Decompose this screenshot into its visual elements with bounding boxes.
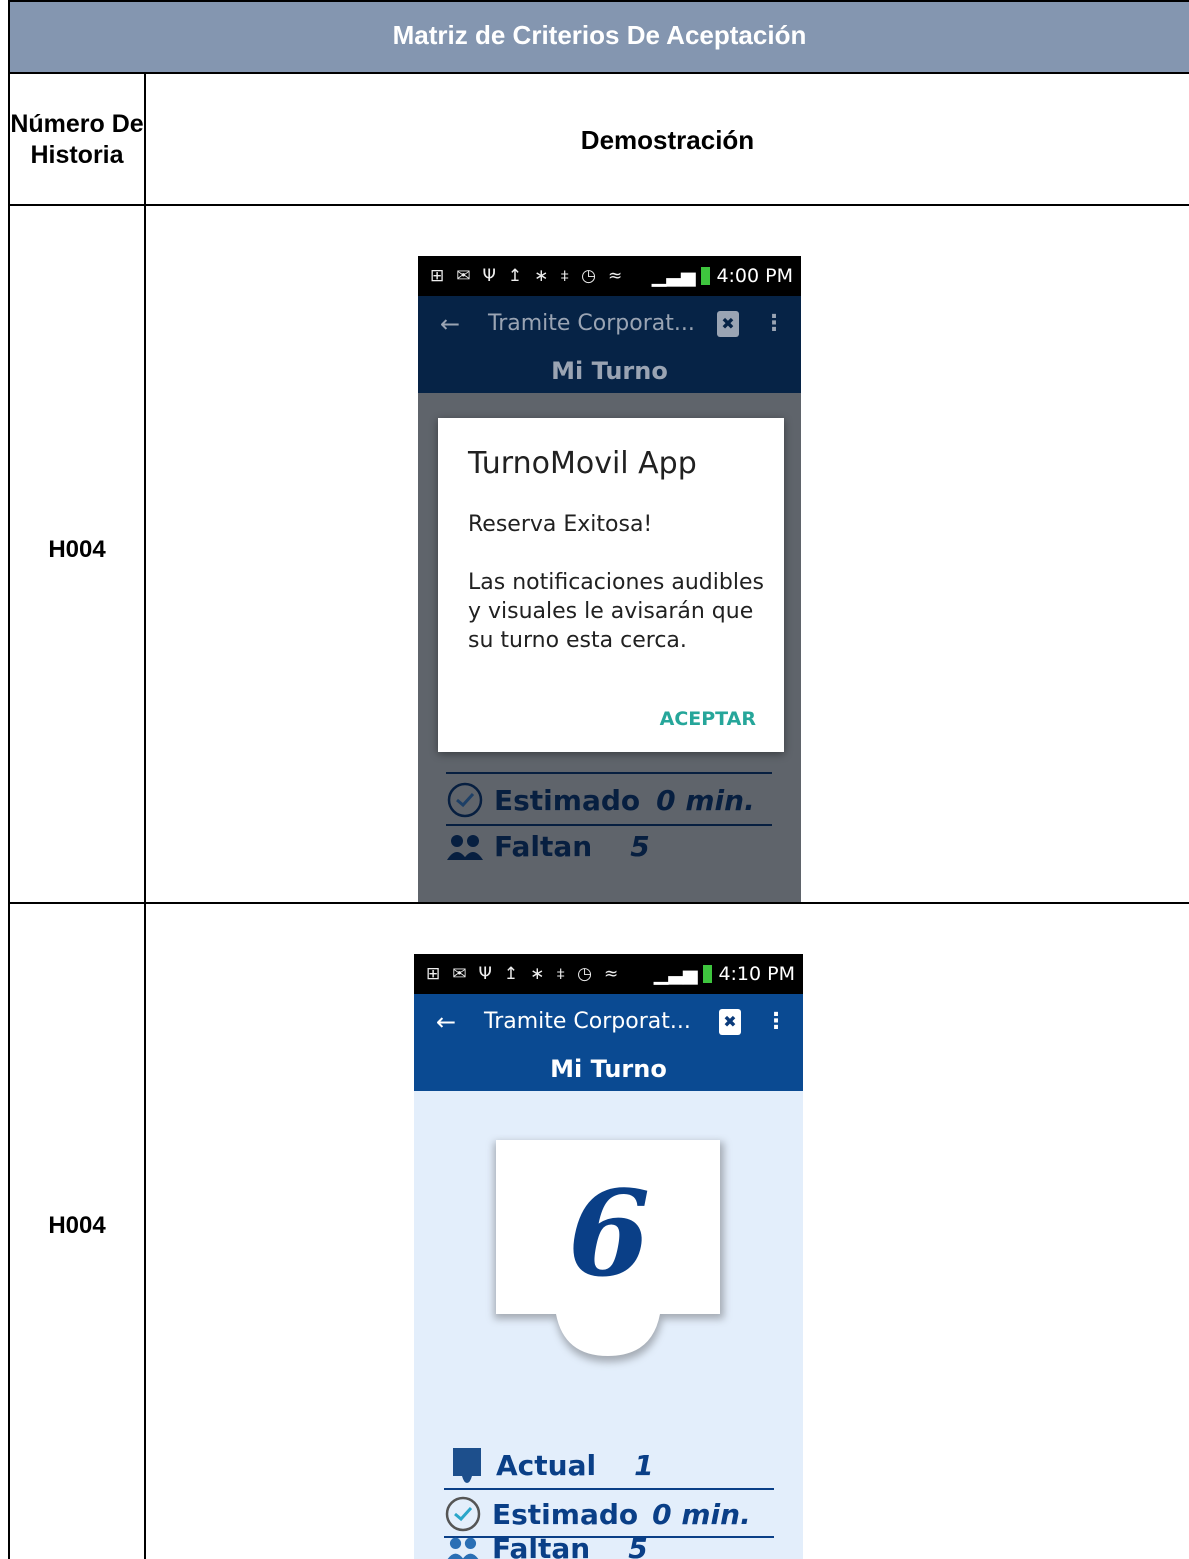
alarm-icon: ◷ <box>577 964 593 984</box>
grid-left-border <box>8 0 10 1559</box>
status-bar: ⊞ ✉ Ψ ↥ ∗ ⧧ ◷ ≈ ▁▃▅ 4:10 PM <box>414 954 803 994</box>
grid-column-divider <box>144 74 146 1559</box>
stat-label: Estimado <box>492 1497 639 1531</box>
screen-subtitle: Mi Turno <box>414 1049 803 1091</box>
stat-divider <box>444 1488 774 1490</box>
screenshot-my-turn: ⊞ ✉ Ψ ↥ ∗ ⧧ ◷ ≈ ▁▃▅ 4:10 PM ← Tramite Co… <box>414 954 803 1559</box>
mail-icon: ✉ <box>452 964 467 984</box>
notification-add-icon: ⊞ <box>426 964 441 984</box>
mute-icon: ⧧ <box>560 266 570 286</box>
wifi-icon: ≈ <box>608 266 623 286</box>
status-bar: ⊞ ✉ Ψ ↥ ∗ ⧧ ◷ ≈ ▁▃▅ 4:00 PM <box>418 256 801 296</box>
screenshot-dialog: ⊞ ✉ Ψ ↥ ∗ ⧧ ◷ ≈ ▁▃▅ 4:00 PM ← Tramite Co… <box>418 256 801 902</box>
turn-ticket-card: 6 <box>484 1134 734 1374</box>
accept-button[interactable]: ACEPTAR <box>660 708 756 730</box>
app-bar: ← Tramite Corporat... ✖ ⋮ <box>418 296 801 351</box>
cancel-ticket-icon[interactable]: ✖ <box>717 310 739 337</box>
ticket-number: 6 <box>567 1164 651 1303</box>
dialog-message: Reserva Exitosa! Las notificaciones audi… <box>468 512 764 653</box>
story-number-row-1: H004 <box>48 536 106 563</box>
story-number-row-2: H004 <box>48 1212 106 1239</box>
stat-value: 5 <box>628 1532 648 1559</box>
stat-value: 0 min. <box>652 1497 751 1531</box>
stat-row-estimado: Estimado 0 min. <box>444 780 755 820</box>
header-story-number-label: Número De Historia <box>10 110 144 169</box>
grid-row-divider-header <box>8 204 1189 206</box>
clock-24-icon <box>444 780 486 820</box>
status-icons: ⊞ ✉ Ψ ↥ ∗ ⧧ ◷ ≈ <box>430 256 622 296</box>
people-icon <box>444 832 486 862</box>
status-time: 4:10 PM <box>718 963 795 985</box>
success-dialog: TurnoMovil App Reserva Exitosa! Las noti… <box>438 418 784 752</box>
app-bar-title: Tramite Corporat... <box>484 1009 691 1034</box>
header-demonstration-label: Demostración <box>580 124 755 155</box>
acceptance-criteria-table: Matriz de Criterios De Aceptación Número… <box>0 0 1189 1559</box>
alarm-icon: ◷ <box>581 266 597 286</box>
back-arrow-icon[interactable]: ← <box>426 1008 466 1036</box>
app-bar: ← Tramite Corporat... ✖ ⋮ <box>414 994 803 1049</box>
bluetooth-icon: ∗ <box>534 266 549 286</box>
usb-icon: Ψ <box>478 964 492 984</box>
stat-divider <box>446 824 772 826</box>
wifi-icon: ≈ <box>604 964 619 984</box>
status-icons: ⊞ ✉ Ψ ↥ ∗ ⧧ ◷ ≈ <box>426 954 618 994</box>
stat-row-estimado: Estimado 0 min. <box>442 1494 751 1534</box>
stat-row-actual: Actual 1 <box>446 1446 654 1484</box>
grid-row-divider-1 <box>8 902 1189 904</box>
stat-row-faltan: Faltan 5 <box>442 1532 648 1559</box>
upload-icon: ↥ <box>503 964 519 984</box>
stat-value: 0 min. <box>656 783 755 817</box>
notification-add-icon: ⊞ <box>430 266 445 286</box>
app-bar-title: Tramite Corporat... <box>488 311 695 336</box>
battery-icon <box>703 965 713 983</box>
stat-value: 5 <box>630 830 650 863</box>
stat-value: 1 <box>634 1448 654 1482</box>
stat-label: Faltan <box>492 1532 591 1559</box>
stat-label: Estimado <box>494 783 641 817</box>
stat-label: Actual <box>496 1448 597 1482</box>
stat-row-faltan: Faltan 5 <box>444 830 650 863</box>
people-icon <box>442 1535 484 1559</box>
stat-label: Faltan <box>494 830 593 863</box>
status-time: 4:00 PM <box>716 265 793 287</box>
dialog-title: TurnoMovil App <box>468 446 697 481</box>
mail-icon: ✉ <box>456 266 471 286</box>
signal-icon: ▁▃▅ <box>653 963 698 985</box>
more-vert-icon[interactable]: ⋮ <box>763 311 785 336</box>
usb-icon: Ψ <box>482 266 496 286</box>
battery-icon <box>701 267 711 285</box>
bluetooth-icon: ∗ <box>530 964 545 984</box>
table-title-bar: Matriz de Criterios De Aceptación <box>8 0 1189 74</box>
mute-icon: ⧧ <box>556 964 566 984</box>
header-story-number: Número De Historia <box>10 76 144 204</box>
header-demonstration: Demostración <box>146 76 1189 204</box>
back-arrow-icon[interactable]: ← <box>430 310 470 338</box>
screen-subtitle: Mi Turno <box>418 351 801 393</box>
cancel-ticket-icon[interactable]: ✖ <box>719 1008 741 1035</box>
clock-24-icon <box>442 1494 484 1534</box>
signal-icon: ▁▃▅ <box>651 265 696 287</box>
upload-icon: ↥ <box>507 266 523 286</box>
table-title: Matriz de Criterios De Aceptación <box>392 20 807 50</box>
ticket-icon <box>446 1446 488 1484</box>
more-vert-icon[interactable]: ⋮ <box>765 1009 787 1034</box>
stat-divider <box>446 772 772 774</box>
